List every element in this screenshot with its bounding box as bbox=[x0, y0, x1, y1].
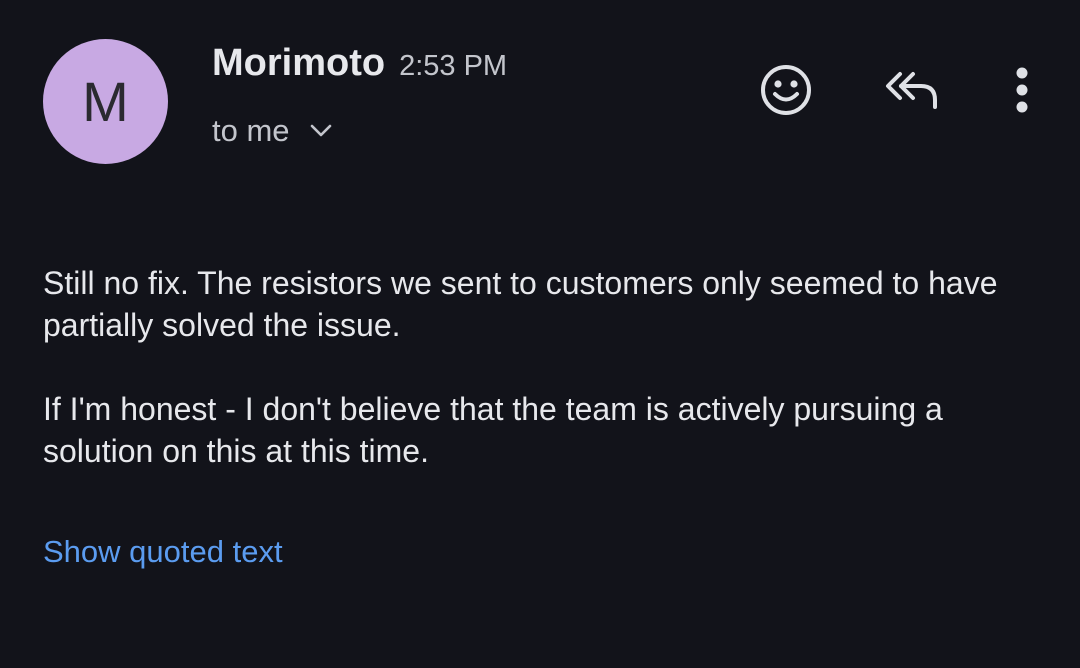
message-paragraph: Still no fix. The resistors we sent to c… bbox=[43, 265, 998, 343]
recipient-label: to me bbox=[212, 113, 290, 148]
sender-header: Morimoto 2:53 PM bbox=[212, 42, 507, 90]
email-message-view: M Morimoto 2:53 PM to me Still no fix. T… bbox=[0, 0, 1080, 668]
show-quoted-text-link[interactable]: Show quoted text bbox=[43, 534, 283, 570]
add-reaction-button[interactable] bbox=[756, 62, 816, 122]
chevron-down-icon bbox=[308, 118, 334, 144]
reply-all-icon bbox=[883, 69, 941, 116]
sender-name[interactable]: Morimoto bbox=[212, 42, 385, 85]
recipient-details-toggle[interactable]: to me bbox=[212, 108, 334, 154]
message-paragraph: If I'm honest - I don't believe that the… bbox=[43, 391, 943, 469]
more-options-button[interactable] bbox=[1004, 64, 1040, 120]
avatar[interactable]: M bbox=[43, 39, 168, 164]
message-body: Still no fix. The resistors we sent to c… bbox=[43, 262, 1043, 514]
emoji-smile-icon bbox=[759, 63, 813, 122]
more-vert-icon bbox=[1015, 67, 1029, 118]
message-time: 2:53 PM bbox=[399, 50, 508, 82]
avatar-initial: M bbox=[82, 70, 129, 133]
reply-all-button[interactable] bbox=[880, 66, 944, 118]
